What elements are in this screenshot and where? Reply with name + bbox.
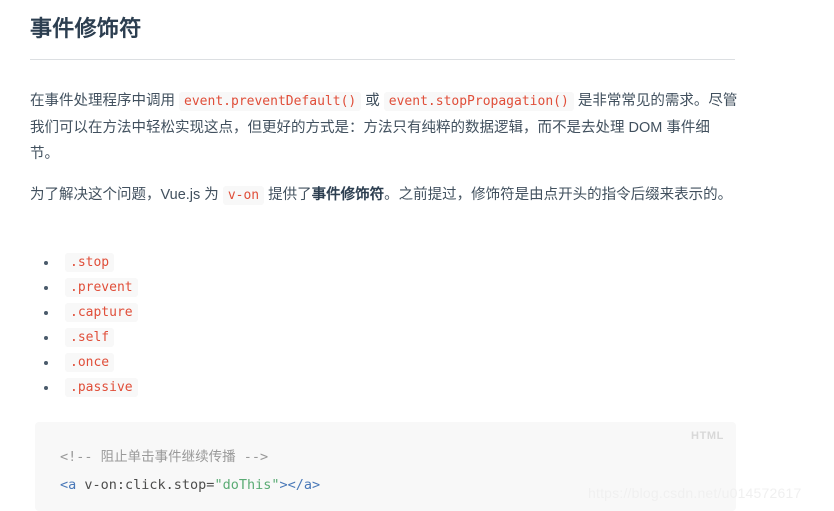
list-item: .capture: [30, 300, 430, 325]
list-item: .stop: [30, 250, 430, 275]
watermark: https://blog.csdn.net/u014572617: [588, 485, 802, 501]
document-page: 事件修饰符 在事件处理程序中调用 event.preventDefault() …: [0, 0, 834, 511]
inline-code: v-on: [222, 186, 265, 205]
inline-code: .stop: [65, 253, 115, 272]
code-token-tag: >: [279, 477, 288, 493]
list-item: .once: [30, 350, 430, 375]
code-token-attr: v-on:click.stop=: [76, 477, 215, 493]
bullet-icon: [44, 386, 48, 390]
page-title: 事件修饰符: [30, 16, 142, 41]
bullet-icon: [44, 336, 48, 340]
heading-divider: [30, 59, 735, 60]
list-item: .self: [30, 325, 430, 350]
code-language-label: HTML: [691, 430, 724, 442]
code-token-tag: <a: [60, 477, 77, 493]
paragraph-text: 提供了: [264, 187, 312, 203]
paragraph-intro: 在事件处理程序中调用 event.preventDefault() 或 even…: [30, 88, 738, 167]
inline-code: event.preventDefault(): [179, 92, 362, 111]
paragraph-text: 。之前提过，修饰符是由点开头的指令后缀来表示的。: [384, 187, 733, 203]
list-item: .prevent: [30, 275, 430, 300]
code-token-comment: <!-- 阻止单击事件继续传播 -->: [60, 449, 269, 465]
inline-code: .capture: [65, 303, 138, 322]
modifier-list: .stop .prevent .capture .self .once .passive: [30, 250, 430, 400]
list-item: .passive: [30, 375, 430, 400]
bullet-icon: [44, 261, 48, 265]
inline-code: .once: [65, 353, 115, 372]
code-token-tag: </a>: [287, 477, 321, 493]
code-block-content: <!-- 阻止单击事件继续传播 --> <a v-on:click.stop="…: [60, 443, 320, 499]
inline-code: .prevent: [65, 278, 138, 297]
inline-code: event.stopPropagation(): [383, 92, 574, 111]
code-token-string: "doThis": [214, 477, 280, 493]
paragraph-text: 在事件处理程序中调用: [30, 93, 180, 109]
bullet-icon: [44, 286, 48, 290]
paragraph-modifiers-explainer: 为了解决这个问题，Vue.js 为 v-on 提供了事件修饰符。之前提过，修饰符…: [30, 182, 738, 209]
paragraph-text: 为了解决这个问题，Vue.js 为: [30, 187, 223, 203]
bullet-icon: [44, 311, 48, 315]
bullet-icon: [44, 361, 48, 365]
inline-code: .self: [65, 328, 115, 347]
emphasis-text: 事件修饰符: [311, 187, 385, 203]
inline-code: .passive: [65, 378, 138, 397]
paragraph-text: 或: [361, 93, 384, 109]
